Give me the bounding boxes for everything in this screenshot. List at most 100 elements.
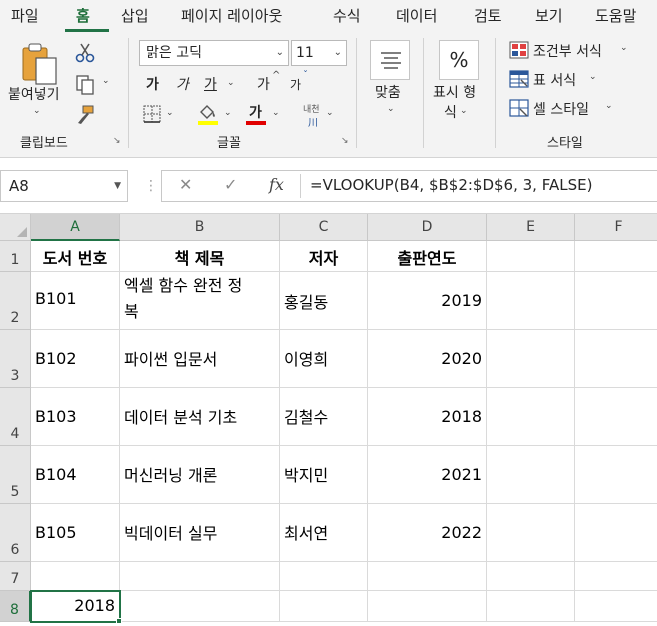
name-box[interactable]: A8 ▼ [0, 170, 128, 202]
row-header-8[interactable]: 8 [0, 591, 31, 622]
paste-button-label[interactable]: 붙여넣기 [8, 84, 60, 104]
fill-color-dropdown-arrow[interactable]: ⌄ [224, 108, 232, 118]
borders-dropdown-arrow[interactable]: ⌄ [166, 108, 174, 118]
cell-f8[interactable] [575, 591, 657, 622]
cell-d4[interactable]: 2018 [368, 388, 487, 446]
column-header-a[interactable]: A [31, 214, 120, 241]
cell-a5[interactable]: B104 [31, 446, 120, 504]
tab-help[interactable]: 도움말 [595, 4, 636, 30]
cell-b6[interactable]: 빅데이터 실무 [120, 504, 280, 562]
worksheet-grid[interactable]: A B C D E F 1 2 3 4 5 6 7 8 도서 번호 책 제목 저… [0, 214, 657, 626]
cell-styles-icon[interactable] [509, 99, 529, 117]
clipboard-dialog-launcher[interactable]: ↘ [113, 136, 121, 146]
number-format-label-line2[interactable]: 식 [444, 102, 457, 122]
row-header-1[interactable]: 1 [0, 241, 31, 272]
font-color-dropdown-arrow[interactable]: ⌄ [272, 108, 280, 118]
column-header-d[interactable]: D [368, 214, 487, 241]
cell-c4[interactable]: 김철수 [280, 388, 368, 446]
cell-f7[interactable] [575, 562, 657, 591]
percent-icon[interactable]: % [439, 40, 479, 80]
cell-d3[interactable]: 2020 [368, 330, 487, 388]
cell-b2[interactable]: 엑셀 함수 완전 정복 [120, 272, 280, 330]
phonetic-dropdown-arrow[interactable]: ⌄ [326, 108, 334, 118]
fill-handle[interactable] [116, 618, 122, 624]
format-as-table-icon[interactable] [509, 70, 529, 88]
cell-f2[interactable] [575, 272, 657, 330]
conditional-formatting-dropdown-arrow[interactable]: ⌄ [620, 43, 628, 53]
tab-home[interactable]: 홈 [76, 4, 90, 30]
cell-b7[interactable] [120, 562, 280, 591]
cell-d6[interactable]: 2022 [368, 504, 487, 562]
row-header-5[interactable]: 5 [0, 446, 31, 504]
tab-view[interactable]: 보기 [535, 4, 563, 30]
tab-formulas[interactable]: 수식 [333, 4, 361, 30]
column-header-c[interactable]: C [280, 214, 368, 241]
cell-d7[interactable] [368, 562, 487, 591]
cell-d8[interactable] [368, 591, 487, 622]
row-header-7[interactable]: 7 [0, 562, 31, 591]
cell-e1[interactable] [487, 241, 575, 272]
chevron-down-icon[interactable]: ⌄ [334, 41, 342, 65]
cell-b3[interactable]: 파이썬 입문서 [120, 330, 280, 388]
cell-a4[interactable]: B103 [31, 388, 120, 446]
select-all-button[interactable] [0, 214, 31, 241]
row-header-4[interactable]: 4 [0, 388, 31, 446]
cell-styles-dropdown-arrow[interactable]: ⌄ [605, 101, 613, 111]
cell-f6[interactable] [575, 504, 657, 562]
underline-dropdown-arrow[interactable]: ⌄ [227, 78, 235, 88]
cell-e6[interactable] [487, 504, 575, 562]
bold-button[interactable]: 가 [146, 74, 159, 94]
increase-font-size-button[interactable]: 가 [257, 74, 270, 94]
cell-b5[interactable]: 머신러닝 개론 [120, 446, 280, 504]
conditional-formatting-button[interactable]: 조건부 서식 [533, 41, 602, 61]
cell-a3[interactable]: B102 [31, 330, 120, 388]
column-header-b[interactable]: B [120, 214, 280, 241]
cell-a6[interactable]: B105 [31, 504, 120, 562]
cell-a1[interactable]: 도서 번호 [31, 241, 120, 272]
conditional-formatting-icon[interactable] [509, 41, 529, 59]
cell-a2[interactable]: B101 [31, 272, 120, 330]
row-header-3[interactable]: 3 [0, 330, 31, 388]
cell-e5[interactable] [487, 446, 575, 504]
paste-dropdown-arrow[interactable]: ⌄ [33, 106, 41, 116]
cell-a7[interactable] [31, 562, 120, 591]
cell-d5[interactable]: 2021 [368, 446, 487, 504]
cell-c8[interactable] [280, 591, 368, 622]
fill-color-icon[interactable] [197, 102, 219, 126]
tab-review[interactable]: 검토 [474, 4, 502, 30]
row-header-6[interactable]: 6 [0, 504, 31, 562]
cell-styles-button[interactable]: 셀 스타일 [533, 99, 589, 119]
chevron-down-icon[interactable]: ▼ [114, 171, 121, 201]
number-format-label-line1[interactable]: 표시 형 [433, 82, 476, 102]
formula-bar-grip-icon[interactable]: ⋮ [144, 178, 158, 194]
cell-c7[interactable] [280, 562, 368, 591]
copy-dropdown-arrow[interactable]: ⌄ [102, 76, 110, 86]
font-dialog-launcher[interactable]: ↘ [341, 136, 349, 146]
cell-d2[interactable]: 2019 [368, 272, 487, 330]
cell-c6[interactable]: 최서연 [280, 504, 368, 562]
cell-d1[interactable]: 출판연도 [368, 241, 487, 272]
row-header-2[interactable]: 2 [0, 272, 31, 330]
cell-c3[interactable]: 이영희 [280, 330, 368, 388]
cut-icon[interactable] [74, 42, 96, 64]
format-painter-icon[interactable] [74, 104, 96, 126]
cell-b1[interactable]: 책 제목 [120, 241, 280, 272]
format-as-table-dropdown-arrow[interactable]: ⌄ [589, 72, 597, 82]
column-header-f[interactable]: F [575, 214, 657, 241]
tab-insert[interactable]: 삽입 [121, 4, 149, 30]
cell-b8[interactable] [120, 591, 280, 622]
underline-button[interactable]: 가 [204, 74, 217, 94]
copy-icon[interactable] [74, 74, 96, 96]
insert-function-icon[interactable]: fx [269, 170, 284, 202]
paste-icon[interactable] [20, 42, 60, 86]
font-name-combobox[interactable]: 맑은 고딕 ⌄ [139, 40, 289, 66]
borders-icon[interactable] [142, 104, 162, 124]
tab-page-layout[interactable]: 페이지 레이아웃 [181, 4, 282, 30]
font-color-button[interactable]: 가 [249, 102, 262, 122]
enter-icon[interactable]: ✓ [224, 170, 237, 202]
alignment-dropdown-arrow[interactable]: ⌄ [387, 104, 395, 114]
cell-f4[interactable] [575, 388, 657, 446]
formula-input[interactable]: =VLOOKUP(B4, $B$2:$D$6, 3, FALSE) [310, 170, 592, 202]
format-as-table-button[interactable]: 표 서식 [533, 70, 576, 90]
cell-e7[interactable] [487, 562, 575, 591]
